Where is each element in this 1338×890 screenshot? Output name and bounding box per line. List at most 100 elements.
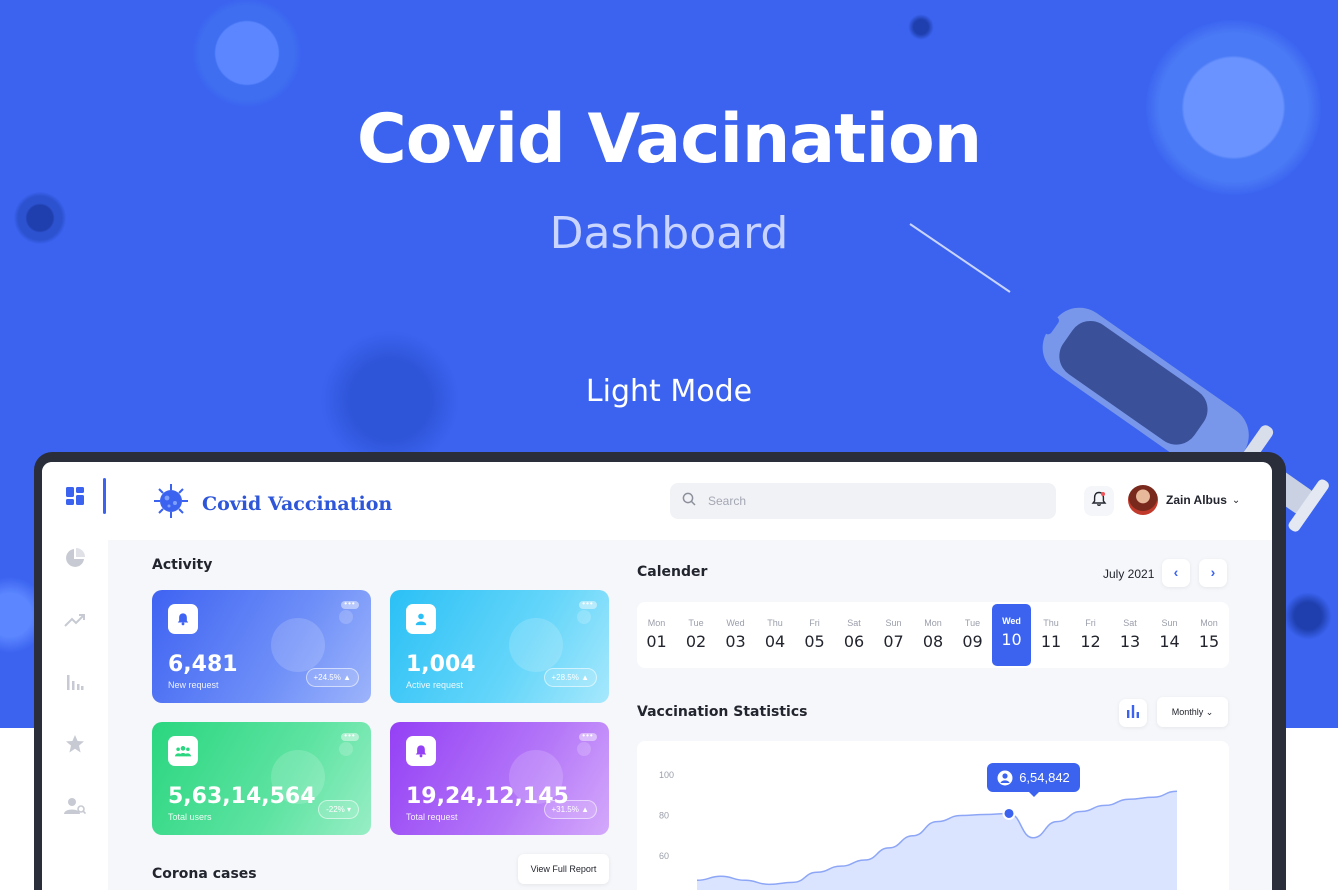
corona-cases-title: Corona cases — [152, 866, 257, 882]
day-name: Wed — [726, 618, 745, 628]
change-badge: +28.5% ▲ — [543, 668, 597, 687]
day-date: 11 — [1040, 632, 1062, 651]
brand-name: Covid Vaccination — [202, 492, 393, 515]
chevron-down-icon: ⌄ — [1231, 494, 1241, 506]
day-name: Mon — [1200, 618, 1218, 628]
virus-decoration — [339, 742, 353, 756]
bell-icon — [406, 736, 436, 766]
dashboard-screen: Covid Vaccination Zain Albus ⌄ Activity … — [42, 462, 1272, 890]
day-date: 10 — [1001, 630, 1022, 649]
change-badge: +24.5% ▲ — [305, 668, 359, 687]
day-name: Wed — [1002, 616, 1021, 626]
star-icon[interactable] — [63, 732, 87, 756]
day-date: 07 — [883, 632, 904, 651]
users-group-icon — [168, 736, 198, 766]
calendar-day[interactable]: Mon 15 — [1190, 606, 1229, 667]
card-label: Total users — [168, 812, 212, 822]
day-date: 03 — [725, 632, 746, 651]
card-value: 1,004 — [406, 652, 476, 677]
pie-chart-icon[interactable] — [63, 546, 87, 570]
calendar-day[interactable]: Fri 12 — [1071, 606, 1110, 667]
day-date: 06 — [843, 632, 865, 651]
calendar-day[interactable]: Thu 11 — [1032, 606, 1071, 667]
search-bar[interactable] — [670, 483, 1056, 519]
day-date: 09 — [962, 632, 983, 651]
prev-month-button[interactable]: ‹ — [1162, 559, 1190, 587]
notification-button[interactable] — [1084, 486, 1114, 516]
vaccination-chart: 100 80 60 — [637, 741, 1229, 890]
day-date: 02 — [685, 632, 707, 651]
sidebar — [42, 462, 108, 890]
virus-decoration — [339, 610, 353, 624]
virus-logo-icon — [152, 482, 190, 525]
user-name: Zain Albus — [1166, 493, 1227, 507]
tooltip-value: 6,54,842 — [1019, 770, 1070, 785]
day-date: 01 — [646, 632, 667, 651]
calendar-title: Calender — [637, 564, 708, 580]
calendar-day[interactable]: Wed 03 — [716, 606, 755, 667]
chart-highlight-point[interactable] — [1002, 806, 1016, 820]
day-name: Tue — [688, 618, 704, 628]
dashboard-icon[interactable] — [63, 484, 87, 508]
activity-card-total-request[interactable]: ••• 19,24,12,145 Total request +31.5% ▲ — [390, 722, 609, 835]
period-dropdown[interactable]: Monthly ⌄ — [1157, 697, 1228, 727]
bell-icon — [168, 604, 198, 634]
change-badge: -22% ▾ — [318, 800, 359, 819]
day-date: 08 — [922, 632, 944, 651]
activity-card-new-request[interactable]: ••• 6,481 New request +24.5% ▲ — [152, 590, 371, 703]
user-search-icon[interactable] — [63, 794, 87, 818]
chevron-down-icon: ⌄ — [1205, 707, 1214, 717]
bar-chart-icon[interactable] — [63, 670, 87, 694]
activity-title: Activity — [152, 557, 213, 573]
activity-card-active-request[interactable]: ••• 1,004 Active request +28.5% ▲ — [390, 590, 609, 703]
brand[interactable]: Covid Vaccination — [152, 482, 392, 525]
day-date: 14 — [1159, 632, 1180, 651]
trend-icon[interactable] — [63, 608, 87, 632]
day-name: Fri — [1085, 618, 1096, 628]
day-name: Thu — [1043, 618, 1059, 628]
calendar-day[interactable]: Sun 14 — [1150, 606, 1189, 667]
calendar-day[interactable]: Sun 07 — [874, 606, 913, 667]
y-tick-label: 100 — [659, 770, 674, 780]
chart-tooltip: 6,54,842 — [987, 763, 1080, 797]
calendar-day[interactable]: Fri 05 — [795, 606, 834, 667]
card-label: Active request — [406, 680, 464, 690]
more-options-icon[interactable]: ••• — [341, 600, 359, 609]
chart-type-button[interactable] — [1119, 699, 1147, 727]
user-menu[interactable]: Zain Albus ⌄ — [1128, 485, 1240, 515]
calendar-day[interactable]: Thu 04 — [756, 606, 795, 667]
calendar-day[interactable]: Tue 02 — [677, 606, 716, 667]
top-bar: Covid Vaccination Zain Albus ⌄ — [108, 462, 1272, 540]
search-icon — [682, 492, 696, 511]
hero-subtitle: Dashboard — [549, 208, 789, 259]
card-value: 5,63,14,564 — [168, 784, 316, 809]
calendar-day[interactable]: Sat 06 — [835, 606, 874, 667]
calendar-day[interactable]: Mon 08 — [914, 606, 953, 667]
day-name: Mon — [924, 618, 942, 628]
y-tick-label: 60 — [659, 851, 669, 861]
card-label: New request — [168, 680, 219, 690]
bar-chart-icon — [1126, 704, 1140, 723]
activity-card-total-users[interactable]: ••• 5,63,14,564 Total users -22% ▾ — [152, 722, 371, 835]
vaccination-statistics-title: Vaccination Statistics — [637, 704, 808, 720]
virus-decoration — [577, 610, 591, 624]
calendar-day[interactable]: Mon 01 — [637, 606, 676, 667]
tooltip-arrow — [1029, 792, 1039, 797]
day-date: 15 — [1198, 632, 1220, 651]
more-options-icon[interactable]: ••• — [341, 732, 359, 741]
day-date: 05 — [804, 632, 825, 651]
calendar-month: July 2021 — [1103, 567, 1155, 581]
day-date: 04 — [764, 632, 786, 651]
more-options-icon[interactable]: ••• — [579, 600, 597, 609]
calendar-day[interactable]: Tue 09 — [953, 606, 992, 667]
calendar-day-selected[interactable]: Wed 10 — [992, 604, 1031, 666]
day-date: 13 — [1119, 632, 1141, 651]
day-name: Mon — [647, 618, 666, 628]
search-input[interactable] — [708, 494, 1028, 508]
next-month-button[interactable]: › — [1199, 559, 1227, 587]
virus-decoration — [509, 618, 563, 672]
calendar-day[interactable]: Sat 13 — [1111, 606, 1150, 667]
more-options-icon[interactable]: ••• — [579, 732, 597, 741]
avatar — [1128, 485, 1158, 515]
view-full-report-button[interactable]: View Full Report — [518, 854, 609, 884]
